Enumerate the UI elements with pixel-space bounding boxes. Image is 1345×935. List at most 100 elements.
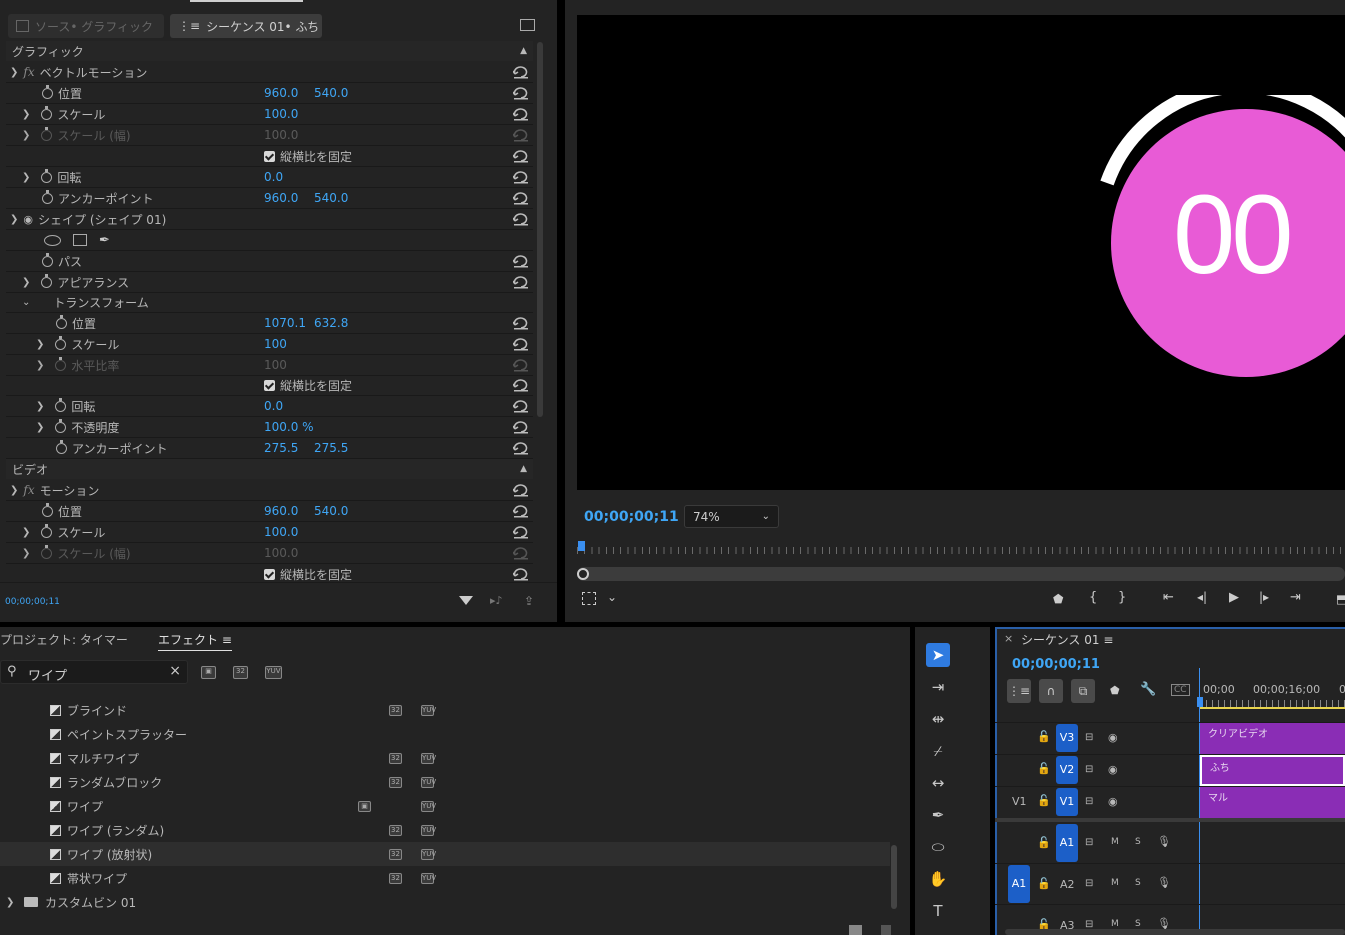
- v1-sync-icon[interactable]: ⊟: [1085, 796, 1093, 807]
- tab-source[interactable]: ソース• グラフィック: [8, 14, 164, 38]
- selection-tool-icon[interactable]: ➤: [926, 643, 950, 667]
- settings-chevron-icon[interactable]: ⌄: [607, 590, 617, 604]
- a1-lock-icon[interactable]: 🔓: [1037, 836, 1051, 849]
- tab-project[interactable]: プロジェクト: タイマー: [0, 631, 128, 648]
- list-item[interactable]: ペイントスプラッター: [0, 722, 890, 746]
- timeline-timecode[interactable]: 00;00;00;11: [1012, 657, 1100, 672]
- step-forward-button[interactable]: |▸: [1259, 590, 1269, 604]
- wrench-icon[interactable]: 🔧: [1140, 682, 1156, 697]
- play-button[interactable]: ▶: [1229, 590, 1239, 605]
- track-a2[interactable]: A2: [1060, 878, 1075, 891]
- eye-icon[interactable]: ◉: [23, 213, 33, 226]
- captions-icon[interactable]: CC: [1171, 684, 1190, 696]
- close-sequence-icon[interactable]: ×: [1004, 632, 1013, 645]
- a1-source-patch[interactable]: A1: [1008, 865, 1030, 903]
- accelerated-filter-icon[interactable]: ▣: [201, 666, 216, 679]
- pen-tool-icon[interactable]: ✒: [926, 803, 950, 827]
- a1-sync-icon[interactable]: ⊟: [1085, 837, 1093, 848]
- t-position-row[interactable]: 位置 1070.1 632.8: [6, 313, 533, 334]
- export-icon[interactable]: ⇪: [524, 594, 534, 608]
- v3-eye-icon[interactable]: ◉: [1108, 731, 1118, 744]
- track-a1[interactable]: A1: [1056, 824, 1078, 862]
- transform-row[interactable]: ⌄ トランスフォーム: [6, 292, 533, 313]
- hand-tool-icon[interactable]: ✋: [926, 867, 950, 891]
- add-marker-icon[interactable]: ⬟: [1110, 684, 1120, 697]
- play-audio-icon[interactable]: ▸♪: [490, 594, 503, 607]
- go-to-out-button[interactable]: ⇥: [1290, 590, 1301, 605]
- mark-out-button[interactable]: }: [1118, 590, 1126, 605]
- list-item[interactable]: ランダムブロック 32 YUV: [0, 770, 890, 794]
- a2-solo[interactable]: S: [1135, 878, 1141, 888]
- tab-effects[interactable]: エフェクト ≡: [158, 631, 232, 651]
- ellipse-mask-icon[interactable]: [44, 234, 61, 246]
- v2-lock-icon[interactable]: 🔓: [1037, 762, 1051, 775]
- track-v3[interactable]: V3: [1056, 724, 1078, 752]
- t-opacity-row[interactable]: ❯ 不透明度 100.0 %: [6, 417, 533, 438]
- effects-scrollbar[interactable]: [891, 845, 897, 909]
- ec-timecode[interactable]: 00;00;00;11: [5, 597, 60, 607]
- step-back-button[interactable]: ◂|: [1197, 590, 1207, 604]
- rect-mask-icon[interactable]: [73, 234, 87, 246]
- scrubber-bar[interactable]: [577, 567, 1345, 581]
- filter-icon[interactable]: [459, 596, 473, 605]
- appearance-row[interactable]: ❯ アピアランス: [6, 272, 533, 293]
- tab-sequence[interactable]: ⋮≡ シーケンス 01• ふち: [170, 14, 322, 38]
- pen-mask-icon[interactable]: ✒: [99, 233, 110, 248]
- motion-row[interactable]: ❯ fx モーション: [6, 480, 533, 501]
- lift-button[interactable]: ⬒: [1336, 592, 1345, 606]
- vector-motion-row[interactable]: ❯ fx ベクトルモーション: [6, 62, 533, 83]
- track-divider[interactable]: [995, 818, 1345, 822]
- a3-mute[interactable]: M: [1111, 919, 1119, 929]
- v1-eye-icon[interactable]: ◉: [1108, 795, 1118, 808]
- ripple-edit-tool-icon[interactable]: ⇹: [926, 707, 950, 731]
- rotation-row[interactable]: ❯ 回転 0.0: [6, 167, 533, 188]
- t-uniform-row[interactable]: 縦横比を固定: [6, 375, 533, 396]
- v2-sync-icon[interactable]: ⊟: [1085, 764, 1093, 775]
- 32bit-filter-icon[interactable]: 32: [233, 666, 248, 679]
- t-scale-row[interactable]: ❯ スケール 100: [6, 334, 533, 355]
- program-playhead[interactable]: [578, 541, 585, 551]
- scale-row[interactable]: ❯ スケール 100.0: [6, 104, 533, 125]
- v3-lock-icon[interactable]: 🔓: [1037, 730, 1051, 743]
- list-item-selected[interactable]: ワイプ (放射状) 32 YUV: [0, 842, 890, 866]
- clip-v3[interactable]: クリアビデオ: [1200, 723, 1345, 754]
- track-select-tool-icon[interactable]: ⇥: [926, 675, 950, 699]
- new-bin-icon[interactable]: [849, 925, 862, 935]
- linked-selection-icon[interactable]: ⧉: [1071, 679, 1095, 703]
- m-uniform-checkbox[interactable]: [264, 569, 275, 580]
- v1-source-label[interactable]: V1: [1012, 795, 1027, 808]
- t-uniform-checkbox[interactable]: [264, 379, 275, 391]
- scrubber-handle[interactable]: [577, 568, 589, 580]
- panel-toggle-icon[interactable]: [520, 19, 535, 31]
- a2-lock-icon[interactable]: 🔓: [1037, 877, 1051, 890]
- t-anchor-row[interactable]: アンカーポイント 275.5 275.5: [6, 438, 533, 459]
- v3-sync-icon[interactable]: ⊟: [1085, 732, 1093, 743]
- a2-mute[interactable]: M: [1111, 878, 1119, 888]
- anchor-row[interactable]: アンカーポイント 960.0 540.0: [6, 188, 533, 209]
- m-position-row[interactable]: 位置 960.0 540.0: [6, 501, 533, 522]
- search-input[interactable]: ワイプ: [28, 665, 67, 684]
- list-item[interactable]: マルチワイプ 32 YUV: [0, 746, 890, 770]
- marker-button[interactable]: ⬟: [1053, 592, 1063, 606]
- sequence-title[interactable]: シーケンス 01 ≡: [1021, 631, 1113, 648]
- list-item[interactable]: ワイプ ▣ YUV: [0, 794, 890, 818]
- safe-margins-icon[interactable]: [582, 592, 596, 605]
- bin-row[interactable]: ❯ カスタムビン 01: [0, 890, 890, 914]
- type-tool-icon[interactable]: T: [926, 899, 950, 923]
- zoom-select[interactable]: 74% ⌄: [684, 505, 779, 528]
- playhead-handle[interactable]: [1197, 697, 1203, 707]
- list-item[interactable]: ワイプ (ランダム) 32 YUV: [0, 818, 890, 842]
- a2-mic-icon[interactable]: 🎙: [1157, 876, 1171, 889]
- slip-tool-icon[interactable]: ↔: [926, 771, 950, 795]
- clear-search-icon[interactable]: ×: [169, 663, 181, 679]
- mark-in-button[interactable]: {: [1089, 590, 1097, 605]
- list-item[interactable]: ブラインド 32 YUV: [0, 698, 890, 722]
- a1-solo[interactable]: S: [1135, 837, 1141, 847]
- v2-eye-icon[interactable]: ◉: [1108, 763, 1118, 776]
- a2-sync-icon[interactable]: ⊟: [1085, 878, 1093, 889]
- shape-row[interactable]: ❯ ◉ シェイプ (シェイプ 01): [6, 209, 533, 230]
- t-rotation-row[interactable]: ❯ 回転 0.0: [6, 396, 533, 417]
- track-v2[interactable]: V2: [1056, 756, 1078, 784]
- ellipse-tool-icon[interactable]: ⬭: [926, 835, 950, 859]
- program-timecode[interactable]: 00;00;00;11: [584, 509, 679, 525]
